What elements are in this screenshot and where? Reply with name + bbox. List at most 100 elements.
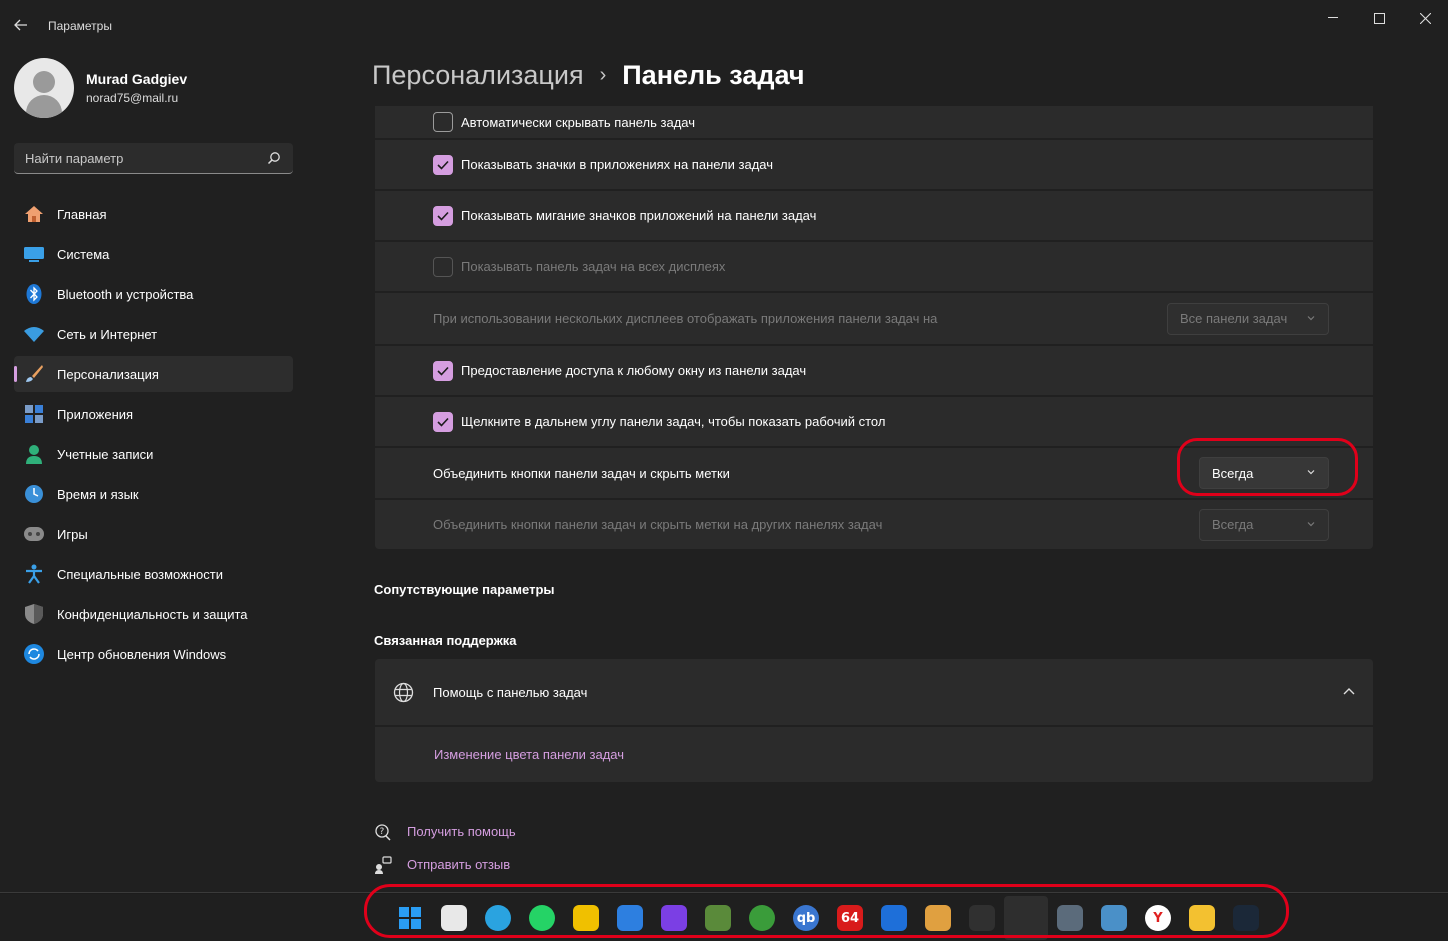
sidebar-item-bluetooth[interactable]: Bluetooth и устройства	[14, 276, 293, 312]
close-button[interactable]	[1402, 0, 1448, 36]
sidebar-item-privacy[interactable]: Конфиденциальность и защита	[14, 596, 293, 632]
globe-icon	[393, 682, 414, 703]
close-icon	[1419, 12, 1431, 24]
app-title: Параметры	[48, 19, 112, 33]
home-icon	[24, 204, 44, 224]
chevron-down-icon	[1307, 470, 1315, 475]
taskbar: qb 64 Y	[0, 894, 1448, 941]
setting-badges[interactable]: Показывать значки в приложениях на панел…	[375, 140, 1373, 189]
chevron-up-icon[interactable]	[1343, 687, 1355, 695]
maximize-icon	[1373, 12, 1385, 24]
setting-combine-other: Объединить кнопки панели задач и скрыть …	[375, 500, 1373, 549]
setting-auto-hide[interactable]: Автоматически скрывать панель задач	[375, 106, 1373, 138]
checkbox-show-desktop[interactable]	[433, 411, 453, 432]
support-card: Помощь с панелью задач Изменение цвета п…	[375, 659, 1373, 782]
setting-flashing[interactable]: Показывать мигание значков приложений на…	[375, 191, 1373, 240]
taskbar-item[interactable]	[1092, 896, 1136, 940]
setting-label: Показывать мигание значков приложений на…	[461, 208, 817, 223]
sidebar-item-games[interactable]: Игры	[14, 516, 293, 552]
taskbar-item[interactable]	[564, 896, 608, 940]
steam-icon	[1233, 905, 1259, 931]
change-taskbar-color-link[interactable]: Изменение цвета панели задач	[434, 747, 624, 762]
chevron-right-icon: ›	[599, 64, 607, 86]
breadcrumb-parent[interactable]: Персонализация	[372, 60, 584, 91]
back-button[interactable]	[8, 12, 34, 38]
page-title: Панель задач	[622, 60, 805, 90]
checkbox-share-window[interactable]	[433, 360, 453, 381]
sidebar-item-apps[interactable]: Приложения	[14, 396, 293, 432]
combine-dropdown[interactable]: Всегда	[1199, 457, 1329, 489]
sidebar-item-accounts[interactable]: Учетные записи	[14, 436, 293, 472]
minimize-button[interactable]	[1310, 0, 1356, 36]
sidebar-item-personalization[interactable]: Персонализация	[14, 356, 293, 392]
taskbar-item[interactable]	[1224, 896, 1268, 940]
sidebar-item-label: Учетные записи	[57, 446, 154, 462]
checkbox-auto-hide[interactable]	[433, 112, 453, 132]
taskbar-item[interactable]	[432, 896, 476, 940]
support-title: Помощь с панелью задач	[433, 684, 588, 700]
taskbar-item[interactable]	[740, 896, 784, 940]
taskbar-item[interactable]: qb	[784, 896, 828, 940]
checkbox-badges[interactable]	[433, 154, 453, 175]
setting-label: Показывать значки в приложениях на панел…	[461, 157, 773, 172]
gamepad-icon	[24, 524, 44, 544]
checkmark-icon	[437, 160, 449, 170]
taskbar-item[interactable]: Y	[1136, 896, 1180, 940]
setting-combine[interactable]: Объединить кнопки панели задач и скрыть …	[375, 448, 1373, 498]
taskbar-item[interactable]	[916, 896, 960, 940]
taskbar-item[interactable]	[476, 896, 520, 940]
arrow-left-icon	[14, 19, 27, 31]
taskbar-item[interactable]	[388, 896, 432, 940]
sidebar-item-system[interactable]: Система	[14, 236, 293, 272]
taskbar-item[interactable]	[960, 896, 1004, 940]
sidebar-item-label: Bluetooth и устройства	[57, 286, 194, 302]
dropdown-value: Всегда	[1212, 465, 1254, 481]
avatar	[14, 58, 74, 118]
maximize-button[interactable]	[1356, 0, 1402, 36]
app-bars-icon	[881, 905, 907, 931]
sidebar-item-network[interactable]: Сеть и Интернет	[14, 316, 293, 352]
setting-label: При использовании нескольких дисплеев от…	[433, 311, 938, 326]
related-support-heading: Связанная поддержка	[374, 633, 517, 648]
calculator-icon	[1057, 905, 1083, 931]
sidebar-item-windows-update[interactable]: Центр обновления Windows	[14, 636, 293, 672]
checkbox-flashing[interactable]	[433, 205, 453, 226]
search-icon	[267, 152, 280, 165]
taskbar-item[interactable]	[1180, 896, 1224, 940]
sidebar-item-label: Игры	[57, 526, 88, 542]
taskbar-item[interactable]: 64	[828, 896, 872, 940]
checkmark-icon	[437, 366, 449, 376]
dropdown-value: Всегда	[1212, 517, 1254, 532]
accounts-icon	[24, 444, 44, 464]
get-help-link[interactable]: ? Получить помощь	[374, 815, 516, 848]
taskbar-item[interactable]	[608, 896, 652, 940]
sidebar-item-home[interactable]: Главная	[14, 196, 293, 232]
setting-share-window[interactable]: Предоставление доступа к любому окну из …	[375, 346, 1373, 395]
taskbar-item[interactable]	[696, 896, 740, 940]
search-box[interactable]	[14, 143, 293, 174]
setting-label: Щелкните в дальнем углу панели задач, чт…	[461, 414, 886, 429]
search-input[interactable]	[25, 150, 265, 166]
update-icon	[24, 644, 44, 664]
taskbar-item[interactable]	[872, 896, 916, 940]
send-feedback-link[interactable]: Отправить отзыв	[374, 848, 516, 881]
svg-text:?: ?	[380, 827, 385, 837]
support-expander[interactable]: Помощь с панелью задач	[375, 659, 1373, 725]
app-blue-icon	[617, 905, 643, 931]
taskbar-item[interactable]	[1004, 896, 1048, 940]
user-profile[interactable]: Murad Gadgiev norad75@mail.ru	[14, 58, 187, 118]
sidebar-item-time-language[interactable]: Время и язык	[14, 476, 293, 512]
sidebar-item-label: Главная	[57, 206, 107, 222]
store-icon	[441, 905, 467, 931]
taskbar-item[interactable]	[1048, 896, 1092, 940]
sidebar-item-label: Сеть и Интернет	[57, 326, 158, 342]
taskbar-item[interactable]	[520, 896, 564, 940]
sidebar-item-accessibility[interactable]: Специальные возможности	[14, 556, 293, 592]
get-help-label: Получить помощь	[407, 824, 516, 839]
setting-show-desktop[interactable]: Щелкните в дальнем углу панели задач, чт…	[375, 397, 1373, 446]
taskbar-item[interactable]	[652, 896, 696, 940]
minimize-icon	[1328, 17, 1338, 18]
accessibility-icon	[24, 564, 44, 584]
setting-multi-display-apps: При использовании нескольких дисплеев от…	[375, 293, 1373, 344]
setting-all-displays: Показывать панель задач на всех дисплеях	[375, 242, 1373, 291]
